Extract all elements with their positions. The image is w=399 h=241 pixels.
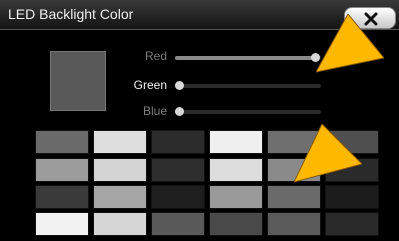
color-swatch[interactable] [93, 185, 147, 209]
color-swatch[interactable] [93, 158, 147, 182]
color-swatch[interactable] [209, 130, 263, 154]
color-swatch[interactable] [35, 130, 89, 154]
green-slider[interactable] [175, 81, 321, 90]
red-label: Red [144, 49, 167, 63]
color-swatch[interactable] [93, 130, 147, 154]
red-slider-fill [175, 56, 316, 60]
color-swatch[interactable] [267, 212, 321, 236]
color-swatch[interactable] [325, 185, 379, 209]
blue-slider-knob[interactable] [175, 107, 185, 116]
color-swatch[interactable] [267, 185, 321, 209]
color-swatch[interactable] [35, 185, 89, 209]
green-slider-knob[interactable] [175, 81, 185, 90]
color-swatch[interactable] [151, 130, 205, 154]
color-swatch[interactable] [209, 212, 263, 236]
pointer-arrow-icon [294, 124, 362, 183]
color-swatch[interactable] [209, 158, 263, 182]
color-swatch[interactable] [325, 212, 379, 236]
color-swatch[interactable] [93, 212, 147, 236]
color-swatch[interactable] [35, 158, 89, 182]
color-swatch[interactable] [151, 185, 205, 209]
color-swatch[interactable] [209, 185, 263, 209]
pointer-arrow-icon [316, 14, 384, 73]
green-label: Green [133, 78, 167, 92]
blue-slider[interactable] [175, 107, 321, 116]
color-swatch[interactable] [35, 212, 89, 236]
color-swatch[interactable] [151, 212, 205, 236]
color-swatch[interactable] [151, 158, 205, 182]
red-slider[interactable] [175, 53, 321, 62]
blue-label: Blue [142, 104, 167, 118]
page-title: LED Backlight Color [8, 6, 134, 22]
